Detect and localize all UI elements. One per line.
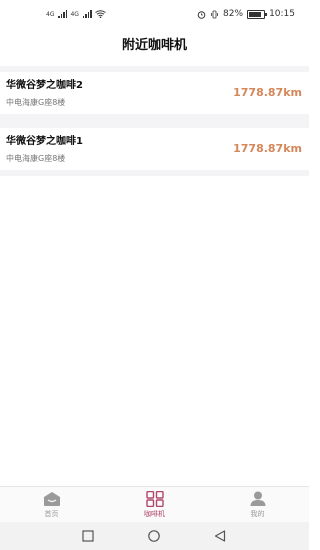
signal-1-label: 4G: [46, 11, 55, 18]
grid-icon: [145, 491, 164, 507]
battery-percent: 82%: [223, 9, 244, 19]
machine-distance: 1778.87km: [233, 86, 302, 99]
user-icon: [250, 491, 265, 506]
status-right: 82% 10:15: [197, 9, 295, 19]
home-button-icon[interactable]: [147, 530, 161, 542]
back-icon[interactable]: [214, 530, 226, 542]
machine-card[interactable]: 华微谷梦之咖啡1 中电海康G座8楼 1778.87km: [0, 128, 309, 170]
battery-icon: [247, 9, 268, 19]
status-left: 4G 4G: [46, 10, 106, 18]
machine-card[interactable]: 华微谷梦之咖啡2 中电海康G座8楼 1778.87km: [0, 72, 309, 114]
machine-address: 中电海康G座8楼: [6, 154, 66, 163]
signal-2-icon: [82, 10, 92, 18]
clock: 10:15: [269, 9, 295, 19]
vibrate-icon: [211, 10, 218, 18]
machine-address: 中电海康G座8楼: [6, 98, 66, 107]
wifi-icon: [95, 10, 106, 18]
machine-distance: 1778.87km: [233, 142, 302, 155]
signal-2-label: 4G: [70, 11, 79, 18]
bottom-tab-bar: 首页 咖啡机 我的: [0, 486, 309, 523]
tab-mine[interactable]: 我的: [206, 487, 309, 523]
tab-coffee-machine-label: 咖啡机: [144, 510, 165, 518]
page-title: 附近咖啡机: [121, 38, 187, 53]
machine-list: 华微谷梦之咖啡2 中电海康G座8楼 1778.87km 华微谷梦之咖啡1 中电海…: [0, 66, 309, 176]
tab-mine-label: 我的: [250, 510, 265, 518]
system-nav-bar: [0, 522, 309, 550]
battery-fill: [249, 11, 261, 17]
tab-home[interactable]: 首页: [0, 487, 103, 523]
signal-1-icon: [58, 10, 68, 18]
home-icon: [43, 492, 60, 506]
status-bar: 4G 4G 82% 10:15: [0, 0, 309, 30]
recent-apps-icon[interactable]: [82, 530, 94, 542]
alarm-icon: [197, 10, 206, 19]
tab-home-label: 首页: [44, 510, 59, 518]
tab-coffee-machine[interactable]: 咖啡机: [103, 487, 206, 523]
